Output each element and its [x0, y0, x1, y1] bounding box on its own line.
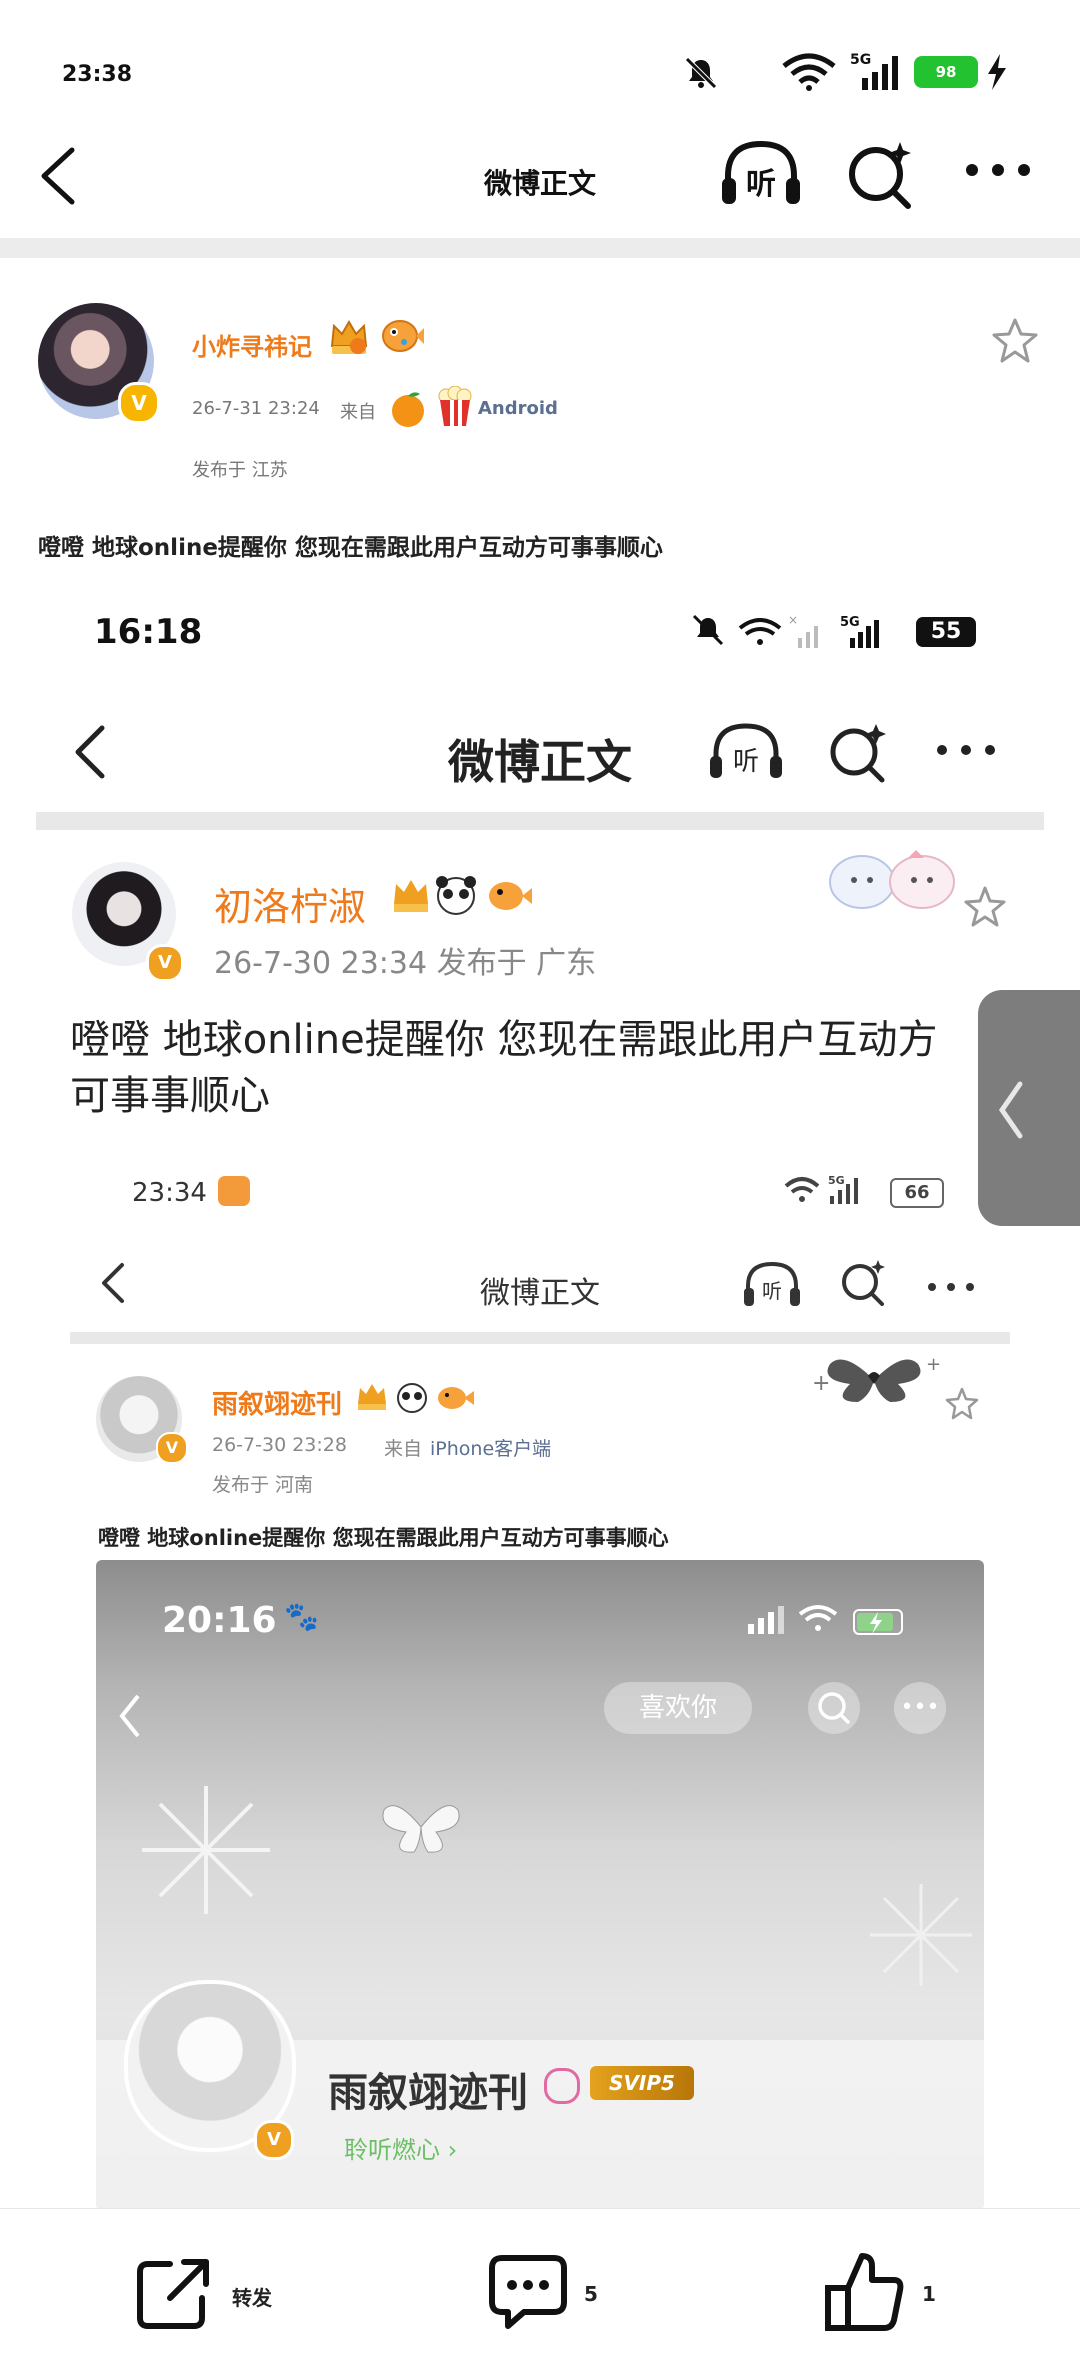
svg-text:5G: 5G — [850, 52, 871, 68]
shot1-status-icons: × 5G — [690, 612, 910, 656]
post-location: 发布于 江苏 — [192, 460, 288, 481]
shot2-post-time: 26-7-30 23:28 — [212, 1434, 347, 1456]
shot3-pink-badge-icon — [544, 2068, 580, 2104]
search-button[interactable] — [846, 140, 916, 214]
shot2-divider — [70, 1332, 1010, 1344]
shot2-status-time: 23:34 — [132, 1178, 207, 1208]
source-app-link[interactable]: Android — [478, 398, 558, 419]
svg-text:5G: 5G — [828, 1174, 845, 1187]
popcorn-icon — [436, 385, 474, 432]
orange-icon — [388, 388, 428, 432]
butterfly-icon — [376, 1792, 466, 1866]
more-options-button[interactable] — [962, 160, 1034, 184]
shot2-from-label: 来自 — [384, 1438, 423, 1460]
header-divider — [0, 238, 1080, 258]
snowflake-icon — [136, 1780, 276, 1924]
shot1-divider — [36, 812, 1044, 830]
verified-badge-icon: V — [118, 382, 160, 424]
shot3-more-icon: ••• — [894, 1682, 946, 1734]
shot3-username: 雨叙翊迹刊 — [328, 2070, 528, 2116]
crown-badge-icon — [328, 316, 370, 358]
shot2-badges — [356, 1378, 480, 1418]
shot2-search-icon — [840, 1258, 888, 1310]
shot1-cartoon-sticker-icon — [818, 836, 968, 920]
pufferfish-badge-icon — [380, 316, 424, 356]
paw-icon: 🐾 — [284, 1600, 319, 1633]
svg-text:+: + — [812, 1371, 830, 1396]
shot2-verified-icon: V — [156, 1432, 188, 1464]
battery-indicator: 98 — [914, 56, 978, 88]
shot3-subtitle: 聆听燃心 › — [344, 2136, 458, 2164]
shot1-username: 初洛柠淑 — [214, 885, 367, 929]
shot2-source: iPhone客户端 — [430, 1438, 552, 1460]
shot3-svip-badge: SVIP5 — [590, 2066, 694, 2100]
charging-bolt-icon — [986, 54, 1008, 94]
post-text: 噔噔 地球online提醒你 您现在需跟此用户互动方可事事顺心 — [38, 535, 663, 561]
shot1-title: 微博正文 — [448, 735, 632, 789]
shot2-butterfly-heart-icon: + + — [810, 1346, 941, 1416]
wifi-icon — [782, 52, 836, 96]
shot1-listen-icon: 听 — [708, 720, 784, 786]
shot3-verified-icon: V — [254, 2120, 294, 2160]
shot3-status-icons — [744, 1598, 914, 1642]
comment-button[interactable] — [488, 2252, 568, 2336]
svg-text:+: + — [926, 1354, 940, 1375]
like-count[interactable]: 1 — [922, 2282, 936, 2306]
post-time: 26-7-31 23:24 — [192, 398, 320, 419]
shot2-listen-label: 听 — [762, 1279, 782, 1303]
shot3-status-time: 20:16 — [162, 1600, 277, 1641]
chevron-left-icon — [996, 1080, 1026, 1144]
shot3-like-pill: 喜欢你 — [604, 1682, 752, 1734]
signal-5g-icon: 5G — [850, 50, 906, 96]
side-panel-handle[interactable] — [978, 990, 1080, 1226]
shot1-search-icon — [828, 722, 890, 788]
shot2-star-icon — [944, 1386, 980, 1426]
shot1-post-text: 噔噔 地球online提醒你 您现在需跟此用户互动方可事事顺心 — [70, 1017, 938, 1119]
shot3-back-icon — [116, 1692, 144, 1744]
username[interactable]: 小炸寻祎记 — [192, 327, 312, 362]
shot2-username: 雨叙翊迹刊 — [212, 1390, 343, 1420]
listen-button[interactable]: 听 — [718, 138, 804, 212]
shot3-embedded-image[interactable]: 20:16 🐾 喜欢你 ••• V 雨叙翊迹刊 SVIP5 聆听燃心 › — [96, 1560, 984, 2210]
like-button[interactable] — [824, 2250, 904, 2336]
snowflake-icon — [866, 1880, 976, 1994]
shot2-listen-icon: 听 — [742, 1260, 802, 1312]
shot2-notification-icon — [218, 1176, 250, 1206]
shot1-listen-label: 听 — [733, 747, 759, 777]
shot2-title: 微博正文 — [480, 1276, 600, 1311]
shot1-badges — [390, 872, 540, 922]
svg-text:×: × — [788, 613, 798, 627]
bell-off-icon — [682, 54, 720, 96]
shot1-status-time: 16:18 — [94, 612, 203, 652]
favorite-star-icon[interactable] — [990, 316, 1040, 370]
shot2-battery: 66 — [890, 1178, 944, 1208]
shot2-location: 发布于 河南 — [212, 1474, 314, 1496]
shot1-verified-icon: V — [146, 944, 184, 982]
repost-label[interactable]: 转发 — [232, 2282, 272, 2311]
shot2-more-icon — [926, 1278, 976, 1297]
shot3-search-icon — [808, 1682, 860, 1734]
shot2-status-icons: 5G — [782, 1172, 882, 1212]
repost-button[interactable] — [136, 2256, 216, 2336]
shot1-star-icon — [962, 884, 1008, 934]
from-label: 来自 — [340, 402, 376, 423]
listen-label: 听 — [746, 167, 776, 202]
shot1-more-icon — [934, 742, 998, 762]
shot1-battery: 55 — [916, 617, 976, 647]
page-title: 微博正文 — [483, 167, 596, 200]
shot1-meta: 26-7-30 23:34 发布于 广东 — [214, 946, 597, 981]
status-time: 23:38 — [62, 62, 133, 87]
svg-text:5G: 5G — [840, 615, 860, 630]
shot2-post-text: 噔噔 地球online提醒你 您现在需跟此用户互动方可事事顺心 — [98, 1526, 669, 1550]
comment-count[interactable]: 5 — [584, 2282, 598, 2306]
